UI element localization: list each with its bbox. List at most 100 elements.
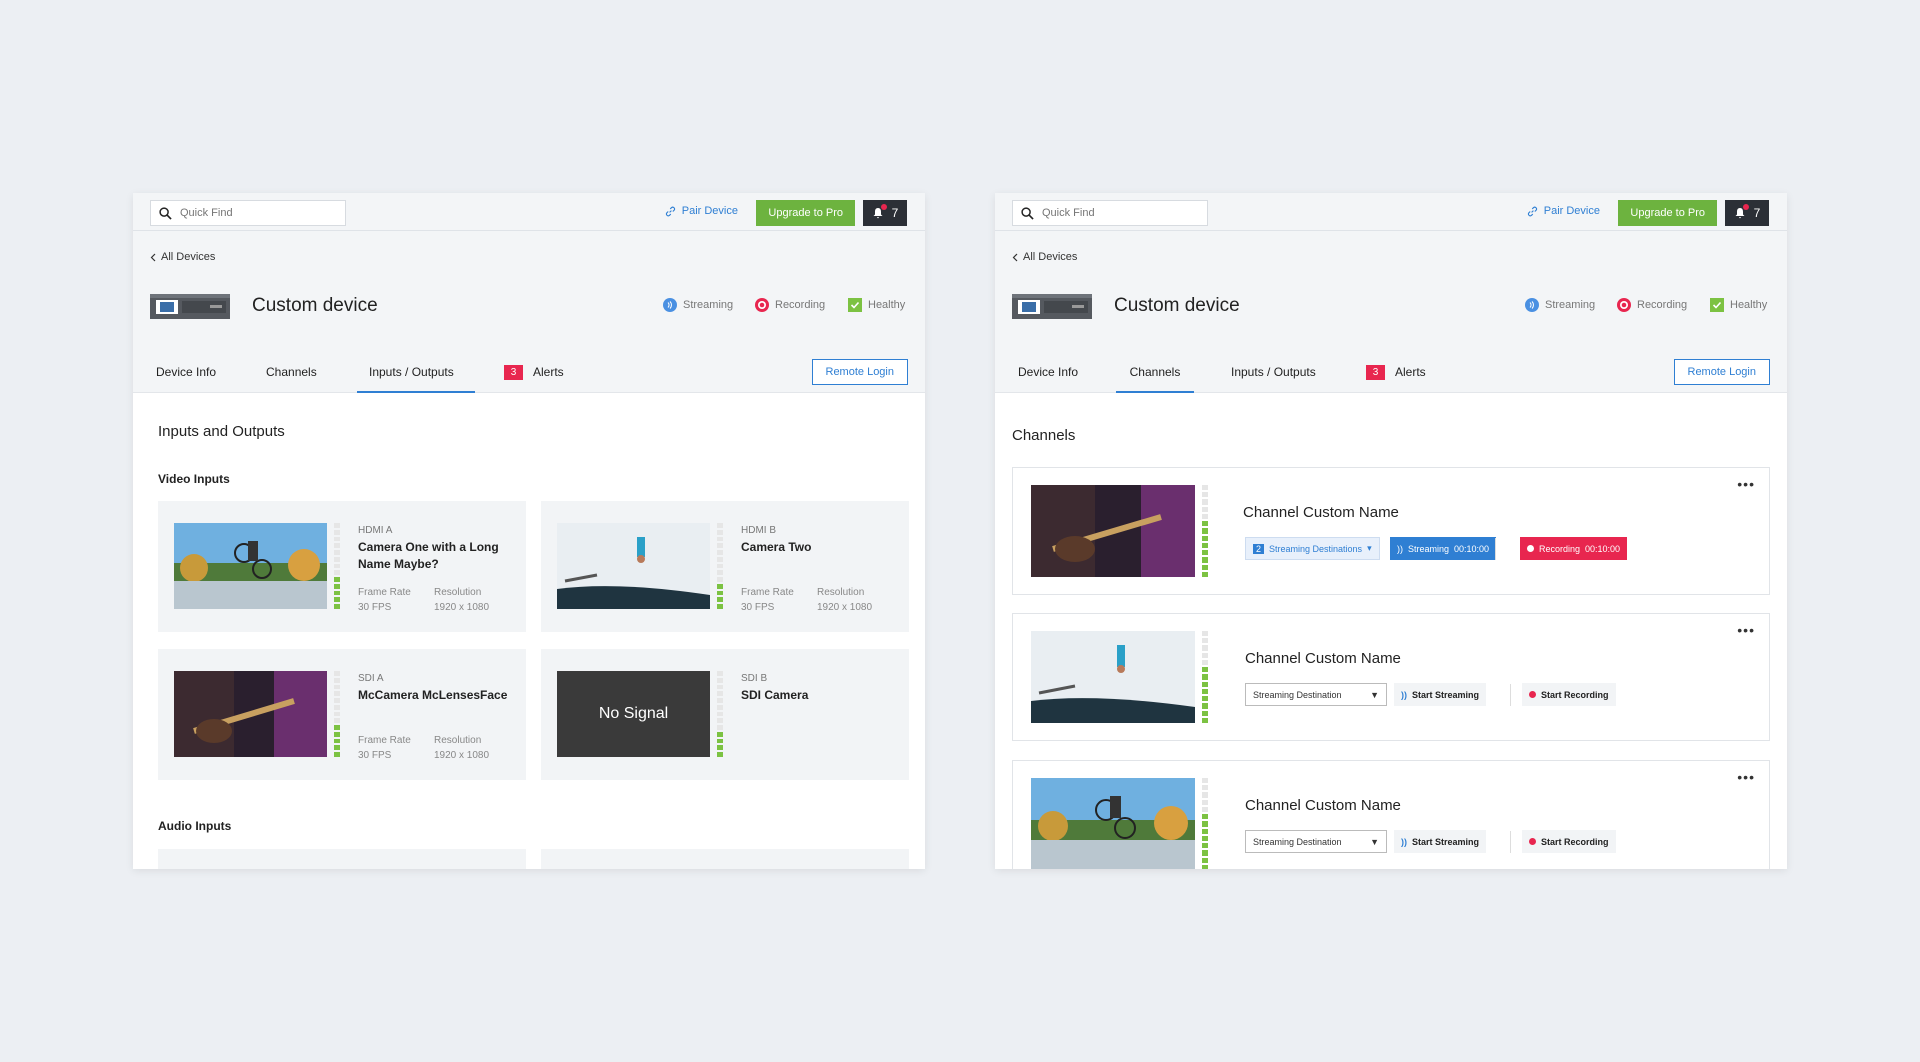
frame-rate: Frame Rate 30 FPS — [358, 585, 411, 615]
channel-title: Channel Custom Name — [1245, 650, 1401, 667]
start-recording-button[interactable]: Start Recording — [1522, 683, 1616, 706]
streaming-label: Streaming — [1408, 543, 1450, 554]
status-healthy-label: Healthy — [1730, 299, 1768, 311]
input-source: HDMI A — [358, 525, 393, 536]
pair-device-link[interactable]: Pair Device — [665, 205, 738, 217]
streaming-destinations-select[interactable]: 2 Streaming Destinations ▾ — [1245, 537, 1380, 560]
resolution-label: Resolution — [434, 735, 482, 746]
device-tabs: Device Info Channels Inputs / Outputs 3A… — [995, 351, 1787, 393]
more-options-icon[interactable]: ••• — [1737, 769, 1755, 785]
frame-rate-value: 30 FPS — [358, 602, 392, 613]
no-signal-placeholder: No Signal — [557, 671, 710, 757]
input-source: HDMI B — [741, 525, 776, 536]
start-recording-label: Start Recording — [1541, 836, 1609, 847]
streaming-destination-select[interactable]: Streaming Destination ▼ — [1245, 830, 1387, 853]
destination-label: Streaming Destination — [1253, 689, 1342, 700]
more-options-icon[interactable]: ••• — [1737, 476, 1755, 492]
resolution-label: Resolution — [434, 587, 482, 598]
divider — [1495, 538, 1496, 560]
bmx-thumbnail — [174, 523, 327, 609]
resolution: Resolution 1920 x 1080 — [434, 585, 489, 615]
frame-rate-value: 30 FPS — [358, 750, 392, 761]
inputs-outputs-panel: Pair Device Upgrade to Pro 7 All Devices… — [133, 193, 925, 869]
streaming-status-button[interactable]: )) Streaming 00:10:00 — [1390, 537, 1497, 560]
status-recording-label: Recording — [1637, 299, 1688, 311]
quick-find-search[interactable] — [1012, 200, 1208, 226]
status-streaming-label: Streaming — [1545, 299, 1596, 311]
streaming-time: 00:10:00 — [1454, 543, 1490, 554]
streaming-icon — [663, 298, 677, 312]
video-input-card[interactable]: SDI A McCamera McLensesFace Frame Rate 30… — [158, 649, 526, 780]
tab-inputs-outputs[interactable]: Inputs / Outputs — [357, 351, 475, 393]
video-input-card[interactable]: HDMI B Camera Two Frame Rate 30 FPS Resol… — [541, 501, 909, 632]
notifications-button[interactable]: 7 — [1725, 200, 1769, 226]
tab-device-info[interactable]: Device Info — [144, 351, 228, 393]
input-name: Camera One with a Long Name Maybe? — [358, 540, 499, 571]
resolution-label: Resolution — [817, 587, 865, 598]
status-recording: Recording — [755, 298, 825, 312]
link-icon — [665, 206, 675, 216]
jump-thumbnail — [557, 523, 710, 609]
recording-status-button[interactable]: Recording 00:10:00 — [1520, 537, 1628, 560]
tab-alerts-label: Alerts — [533, 365, 564, 379]
device-image — [1012, 294, 1092, 319]
video-input-card[interactable]: HDMI A Camera One with a Long Name Maybe… — [158, 501, 526, 632]
search-icon — [1021, 206, 1034, 220]
alerts-count-badge: 3 — [1366, 365, 1385, 381]
device-image — [150, 294, 230, 319]
tab-inputs-outputs[interactable]: Inputs / Outputs — [1219, 351, 1328, 393]
audio-input-card[interactable] — [541, 849, 909, 869]
pair-device-label: Pair Device — [681, 205, 738, 217]
upgrade-button[interactable]: Upgrade to Pro — [756, 200, 855, 226]
tab-alerts[interactable]: 3 Alerts — [492, 351, 576, 393]
jump-thumbnail — [1031, 631, 1195, 723]
notification-count: 7 — [1753, 206, 1761, 220]
channels-content: Channels Channel Custom Name ••• 2 Strea… — [995, 393, 1787, 869]
status-streaming-label: Streaming — [683, 299, 734, 311]
video-inputs-heading: Video Inputs — [158, 472, 230, 486]
bmx-thumbnail — [1031, 778, 1195, 869]
pair-device-label: Pair Device — [1543, 205, 1600, 217]
audio-input-card[interactable] — [158, 849, 526, 869]
frame-rate-label: Frame Rate — [358, 735, 411, 746]
status-recording-label: Recording — [775, 299, 826, 311]
audio-level-meter — [717, 523, 723, 609]
frame-rate: Frame Rate 30 FPS — [741, 585, 794, 615]
notifications-button[interactable]: 7 — [863, 200, 907, 226]
status-healthy: Healthy — [848, 298, 905, 312]
back-link[interactable]: All Devices — [1012, 251, 1077, 263]
device-tabs: Device Info Channels Inputs / Outputs 3A… — [133, 351, 925, 393]
tab-alerts[interactable]: 3 Alerts — [1354, 351, 1438, 393]
quick-find-search[interactable] — [150, 200, 346, 226]
notification-dot — [881, 204, 887, 210]
start-streaming-button[interactable]: )) Start Streaming — [1394, 830, 1487, 853]
search-input[interactable] — [1042, 207, 1192, 219]
status-streaming: Streaming — [1525, 298, 1595, 312]
remote-login-button[interactable]: Remote Login — [811, 359, 908, 385]
streaming-icon: )) — [1397, 543, 1403, 554]
record-icon — [1527, 545, 1534, 552]
status-recording: Recording — [1617, 298, 1687, 312]
check-icon — [1710, 298, 1724, 312]
guitar-thumbnail — [1031, 485, 1195, 577]
search-input[interactable] — [180, 207, 330, 219]
more-options-icon[interactable]: ••• — [1737, 622, 1755, 638]
video-input-card[interactable]: No Signal SDI B SDI Camera — [541, 649, 909, 780]
remote-login-button[interactable]: Remote Login — [1673, 359, 1770, 385]
start-recording-button[interactable]: Start Recording — [1522, 830, 1616, 853]
status-healthy-label: Healthy — [868, 299, 906, 311]
channels-panel: Pair Device Upgrade to Pro 7 All Devices… — [995, 193, 1787, 869]
start-streaming-button[interactable]: )) Start Streaming — [1394, 683, 1487, 706]
pair-device-link[interactable]: Pair Device — [1527, 205, 1600, 217]
status-streaming: Streaming — [663, 298, 733, 312]
back-link[interactable]: All Devices — [150, 251, 215, 263]
channel-card: Channel Custom Name ••• Streaming Destin… — [1012, 613, 1770, 741]
tab-channels[interactable]: Channels — [1116, 351, 1194, 393]
tab-channels[interactable]: Channels — [254, 351, 329, 393]
upgrade-button[interactable]: Upgrade to Pro — [1618, 200, 1717, 226]
guitar-thumbnail — [174, 671, 327, 757]
record-icon — [1529, 838, 1536, 845]
divider — [1510, 831, 1511, 853]
tab-device-info[interactable]: Device Info — [1006, 351, 1090, 393]
streaming-destination-select[interactable]: Streaming Destination ▼ — [1245, 683, 1387, 706]
